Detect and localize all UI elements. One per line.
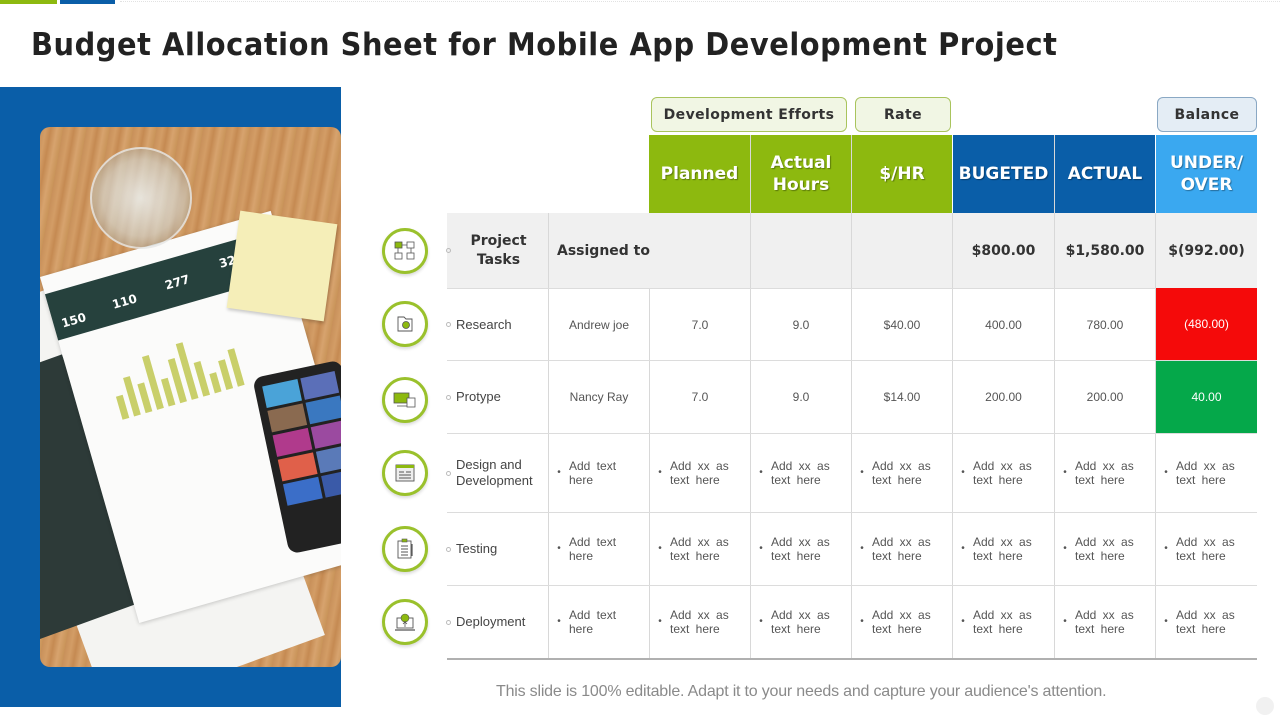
footer-note: This slide is 100% editable. Adapt it to… [496, 683, 1107, 700]
folder-gear-icon [397, 316, 413, 332]
assigned-placeholder-cell: • Add text here [557, 535, 617, 563]
web-design-icon [395, 464, 415, 482]
column-header-under-over: UNDER/OVER [1156, 135, 1257, 213]
column-header-actual: ACTUAL [1055, 135, 1155, 213]
assigned-placeholder-cell: • Add text here [557, 459, 617, 487]
desk-photo: 150 110 277 32 [40, 127, 341, 667]
actual-cell: 780.00 [1086, 317, 1124, 332]
group-header-balance: Balance [1157, 97, 1257, 132]
bullet-dot [446, 470, 451, 476]
clipboard-checklist-icon [397, 538, 413, 559]
placeholder-cell: • Add xx as text here [1164, 459, 1235, 487]
devices-icon [393, 392, 416, 408]
column-header-rate: $/HR [852, 135, 952, 213]
placeholder-cell: • Add xx as text here [860, 535, 931, 563]
assigned-cell: Nancy Ray [569, 390, 629, 404]
column-header-planned: Planned [649, 135, 750, 213]
budgeted-cell: 400.00 [985, 317, 1022, 332]
table-row-deployment: Deployment [446, 586, 525, 658]
design-row-icon [382, 450, 428, 496]
placeholder-cell: • Add xx as text here [1164, 608, 1235, 636]
table-row-design-development: Design and Development [446, 434, 533, 512]
report-metric: 110 [110, 291, 139, 312]
balance-cell-over: (480.00) [1156, 288, 1257, 360]
column-header-budgeted: BUGETED [953, 135, 1054, 213]
placeholder-cell: • Add xx as text here [658, 608, 729, 636]
report-metric: 150 [59, 310, 88, 331]
placeholder-cell: • Add xx as text here [759, 459, 830, 487]
table-row-research: Research [446, 289, 512, 360]
placeholder-cell: • Add xx as text here [961, 459, 1032, 487]
bullet-dot [446, 619, 451, 625]
placeholder-cell: • Add xx as text here [1063, 535, 1134, 563]
accent-bar-blue [60, 0, 115, 4]
table-row-prototype: Protype [446, 361, 501, 433]
summary-assigned-label: Assigned to [557, 242, 650, 259]
rate-cell: $14.00 [883, 390, 921, 404]
summary-budgeted-total: $800.00 [971, 242, 1036, 259]
research-row-icon [382, 301, 428, 347]
placeholder-cell: • Add xx as text here [961, 535, 1032, 563]
column-header-actual-hours: Actual Hours [751, 135, 851, 213]
water-glass [90, 147, 192, 249]
summary-balance-total: $(992.00) [1168, 242, 1245, 259]
placeholder-cell: • Add xx as text here [860, 459, 931, 487]
assigned-placeholder-cell: • Add text here [557, 608, 617, 636]
folder-network-icon [394, 241, 415, 260]
table-bottom-border [447, 658, 1257, 660]
bullet-dot [446, 546, 451, 552]
placeholder-cell: • Add xx as text here [759, 608, 830, 636]
rate-cell: $40.00 [883, 317, 921, 332]
actual-hours-cell: 9.0 [792, 390, 810, 404]
corner-decoration [1256, 697, 1274, 715]
bullet-dot [446, 394, 451, 400]
placeholder-cell: • Add xx as text here [961, 608, 1032, 636]
sticky-note [226, 210, 338, 322]
group-header-rate: Rate [855, 97, 951, 132]
actual-cell: 200.00 [1086, 390, 1124, 404]
placeholder-cell: • Add xx as text here [1164, 535, 1235, 563]
top-dotted-line [120, 1, 1280, 2]
summary-actual-total: $1,580.00 [1065, 242, 1145, 259]
planned-cell: 7.0 [691, 317, 709, 332]
testing-row-icon [382, 526, 428, 572]
placeholder-cell: • Add xx as text here [860, 608, 931, 636]
bullet-dot [446, 248, 451, 253]
placeholder-cell: • Add xx as text here [1063, 459, 1134, 487]
table-row-testing: Testing [446, 513, 497, 585]
laptop-upload-icon [395, 613, 415, 631]
group-header-development-efforts: Development Efforts [651, 97, 847, 132]
deployment-row-icon [382, 599, 428, 645]
prototype-row-icon [382, 377, 428, 423]
placeholder-cell: • Add xx as text here [658, 535, 729, 563]
balance-cell-under: 40.00 [1156, 361, 1257, 433]
placeholder-cell: • Add xx as text here [759, 535, 830, 563]
summary-row-icon [382, 228, 428, 274]
report-bar-chart [106, 321, 267, 420]
placeholder-cell: • Add xx as text here [658, 459, 729, 487]
bullet-dot [446, 322, 451, 327]
accent-bar-green [0, 0, 57, 4]
placeholder-cell: • Add xx as text here [1063, 608, 1134, 636]
report-metric: 277 [163, 272, 192, 293]
planned-cell: 7.0 [691, 390, 709, 404]
actual-hours-cell: 9.0 [792, 317, 810, 332]
budgeted-cell: 200.00 [985, 390, 1022, 404]
assigned-cell: Andrew joe [568, 317, 630, 332]
slide-title: Budget Allocation Sheet for Mobile App D… [31, 27, 1058, 63]
summary-tasks-label: Project Tasks [446, 213, 548, 288]
